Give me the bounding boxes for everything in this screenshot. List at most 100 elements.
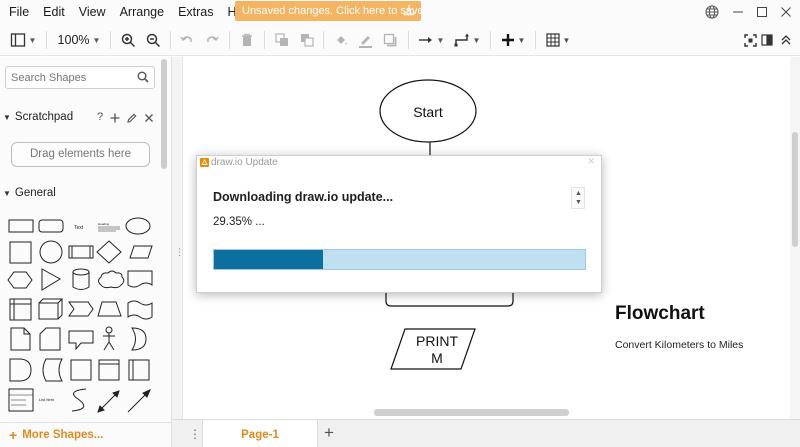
shape-document[interactable]	[127, 270, 153, 288]
flowchart-subtitle[interactable]: Convert Kilometers to Miles	[615, 339, 743, 351]
pencil-icon	[358, 35, 372, 48]
dialog-scrollbar[interactable]: ▲ ▼	[571, 187, 585, 209]
insert-button[interactable]: ▼	[498, 28, 528, 52]
shape-container[interactable]	[98, 359, 120, 381]
start-label: Start	[413, 104, 443, 120]
shape-data-storage[interactable]	[42, 358, 63, 382]
shadow-button[interactable]	[380, 28, 400, 52]
redo-button[interactable]	[202, 28, 222, 52]
scratchpad-close-icon[interactable]	[144, 111, 154, 126]
scratchpad-help-icon[interactable]: ?	[97, 111, 103, 126]
shape-cube[interactable]	[38, 298, 64, 320]
shape-hexagon[interactable]	[7, 271, 33, 289]
zoom-in-button[interactable]	[118, 28, 138, 52]
zoom-out-button[interactable]	[143, 28, 163, 52]
dialog-titlebar[interactable]: draw.io Update ✕	[197, 156, 601, 171]
shape-textbox[interactable]	[98, 226, 120, 232]
tab-page-1[interactable]: Page-1	[202, 420, 318, 447]
shape-tape[interactable]	[127, 300, 153, 320]
scroll-down-icon[interactable]: ▼	[575, 199, 582, 207]
shape-curve[interactable]	[71, 388, 87, 412]
shape-note[interactable]	[10, 327, 31, 351]
menu-file[interactable]: File	[0, 0, 36, 24]
fill-color-button[interactable]	[331, 28, 351, 52]
caret-down-icon: ▼	[3, 112, 11, 122]
shape-step[interactable]	[68, 301, 94, 317]
maximize-window-icon[interactable]	[752, 2, 772, 22]
collapse-toolbar-button[interactable]	[777, 28, 795, 52]
shape-rounded-rectangle[interactable]	[38, 219, 64, 233]
drawio-logo-icon	[200, 158, 209, 167]
zoom-dropdown[interactable]: 100% ▼	[54, 28, 104, 52]
unsaved-changes-button[interactable]: Unsaved changes. Click here to save.	[235, 1, 421, 21]
flowchart-title[interactable]: Flowchart	[615, 303, 705, 325]
close-window-icon[interactable]	[776, 2, 796, 22]
menu-view[interactable]: View	[72, 0, 113, 24]
connection-style-button[interactable]: ▼	[416, 28, 446, 52]
shape-rectangle[interactable]	[8, 219, 34, 233]
shape-cloud[interactable]	[98, 270, 125, 289]
shape-card[interactable]	[39, 327, 61, 351]
shape-rect-outline[interactable]	[70, 359, 92, 381]
table-button[interactable]: ▼	[543, 28, 573, 52]
format-panel-toggle-button[interactable]: ▼	[7, 28, 39, 52]
fit-window-button[interactable]	[741, 28, 759, 52]
shape-callout[interactable]	[68, 330, 94, 351]
scratchpad-drop-zone[interactable]: Drag elements here	[11, 142, 150, 167]
shadow-icon	[383, 33, 397, 47]
shape-triangle[interactable]	[41, 268, 61, 291]
shape-parallelogram[interactable]	[129, 245, 153, 259]
scratchpad-title: Scratchpad	[14, 111, 74, 123]
caret-down-icon: ▼	[3, 188, 11, 198]
shape-actor[interactable]	[103, 326, 115, 351]
scratchpad-edit-icon[interactable]	[127, 111, 137, 126]
waypoints-button[interactable]: ▼	[452, 28, 482, 52]
shape-text[interactable]: Text	[74, 225, 84, 231]
scroll-up-icon[interactable]: ▲	[575, 190, 582, 198]
shape-ellipse[interactable]	[125, 217, 151, 235]
add-page-button[interactable]: +	[324, 423, 334, 443]
sidebar-scrollbar[interactable]	[160, 57, 168, 412]
shape-swimlane[interactable]	[128, 359, 150, 381]
format-panel-button[interactable]	[759, 28, 775, 52]
menu-extras[interactable]: Extras	[171, 0, 220, 24]
shape-or[interactable]	[131, 327, 147, 351]
shape-delay[interactable]	[9, 358, 32, 382]
close-icon[interactable]: ✕	[587, 156, 595, 167]
minimize-window-icon[interactable]	[728, 2, 748, 22]
canvas-vertical-scrollbar[interactable]	[790, 57, 800, 419]
menu-arrange[interactable]: Arrange	[113, 0, 171, 24]
shape-diamond[interactable]	[96, 240, 122, 264]
search-shapes-input[interactable]	[5, 66, 155, 89]
to-front-button[interactable]	[272, 28, 292, 52]
undo-button[interactable]	[177, 28, 197, 52]
delete-button[interactable]	[237, 28, 257, 52]
more-shapes-button[interactable]: + More Shapes...	[0, 422, 171, 447]
shape-heading[interactable]: Heading	[98, 222, 110, 226]
shape-internal-storage[interactable]	[9, 298, 32, 321]
sidebar-splitter[interactable]	[172, 57, 183, 419]
canvas-horizontal-scrollbar[interactable]	[183, 406, 790, 418]
shape-circle[interactable]	[39, 240, 63, 264]
print-label-line2: M	[431, 350, 443, 366]
process-box-shape[interactable]	[385, 292, 514, 307]
shape-process[interactable]	[68, 245, 94, 259]
undo-icon	[180, 36, 192, 42]
to-back-button[interactable]	[297, 28, 317, 52]
chevron-down-icon: ▼	[517, 35, 526, 45]
pages-menu-icon[interactable]: ⋮	[189, 427, 201, 441]
more-shapes-label: More Shapes...	[22, 429, 104, 441]
redo-icon	[207, 36, 219, 42]
scratchpad-add-icon[interactable]	[110, 111, 120, 126]
general-shapes-header[interactable]: ▼ General	[0, 182, 158, 204]
line-color-button[interactable]	[355, 28, 375, 52]
search-icon[interactable]	[137, 71, 149, 83]
page-tabs-bar: ⋮ Page-1 +	[172, 419, 800, 447]
shape-trapezoid[interactable]	[97, 301, 122, 317]
shape-list-item[interactable]: List Item	[39, 397, 55, 402]
unsaved-changes-label: Unsaved changes. Click here to save.	[242, 5, 421, 17]
menu-edit[interactable]: Edit	[36, 0, 72, 24]
language-globe-icon[interactable]	[702, 2, 722, 22]
chevron-down-icon: ▼	[28, 35, 37, 45]
shape-square[interactable]	[9, 241, 32, 264]
